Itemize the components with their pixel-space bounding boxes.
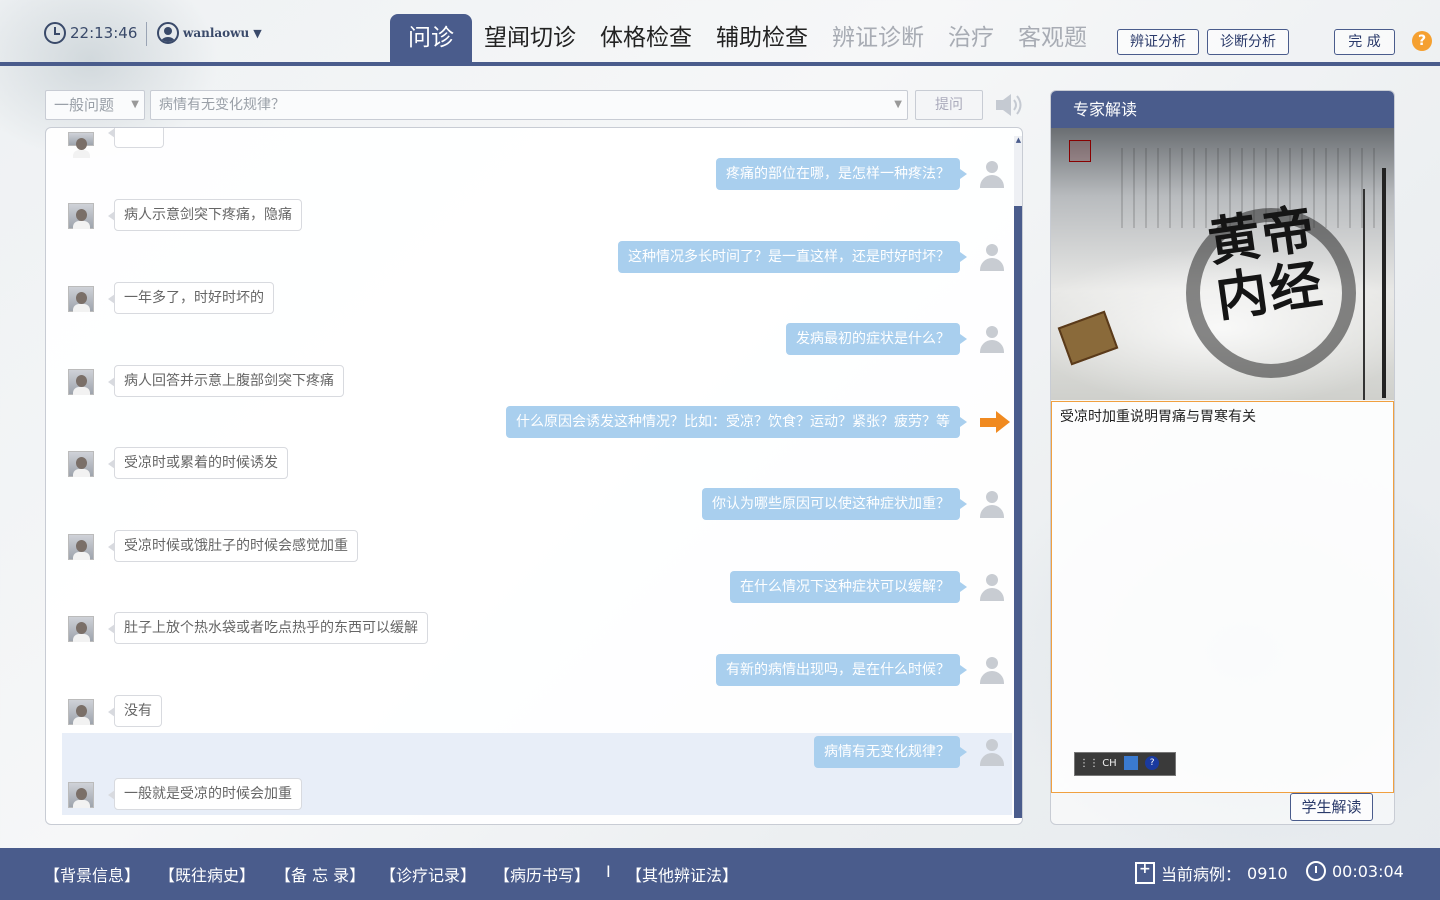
tab-objective-questions: 客观题 <box>1018 25 1087 51</box>
user-icon <box>157 22 179 44</box>
message-patient: 受凉时或累着的时候诱发 <box>108 447 288 479</box>
current-question-arrow-icon <box>980 411 1012 433</box>
footer-link-other-methods[interactable]: 【其他辨证法】 <box>626 862 738 886</box>
current-case-number: 0910 <box>1247 863 1288 883</box>
message-patient: 一年多了，时好时坏的 <box>108 282 274 314</box>
message-patient: 一般就是受凉的时候会加重 <box>108 778 302 810</box>
ime-grip-icon: ⋮⋮ <box>1079 758 1099 769</box>
footer-link-background[interactable]: 【背景信息】 <box>44 862 140 886</box>
message-doctor: 有新的病情出现吗，是在什么时候？ <box>716 654 967 686</box>
message-patient: 肚子上放个热水袋或者吃点热乎的东西可以缓解 <box>108 612 428 644</box>
patient-avatar <box>68 451 94 477</box>
expert-note: 受凉时加重说明胃痛与胃寒有关 ⋮⋮ CH ? <box>1051 401 1394 793</box>
message-doctor: 在什么情况下这种症状可以缓解？ <box>730 571 967 603</box>
clock-icon <box>44 22 66 44</box>
expert-panel: 专家解读 黄帝内经 受凉时加重说明胃痛与胃寒有关 ⋮⋮ CH ? <box>1050 90 1395 825</box>
finish-button[interactable]: 完 成 <box>1334 29 1395 55</box>
doctor-avatar <box>978 656 1006 684</box>
chat-panel: 疼痛的部位在哪，是怎样一种疼法？ 病人示意剑突下疼痛，隐痛这种情况多长时间了？是一… <box>45 127 1023 825</box>
tab-treatment: 治疗 <box>948 25 994 51</box>
chevron-down-icon: ▼ <box>131 99 139 110</box>
header-divider <box>146 22 147 46</box>
clock-time: 22:13:46 <box>70 24 138 42</box>
message-doctor: 病情有无变化规律？ <box>814 736 967 768</box>
message-doctor: 发病最初的症状是什么？ <box>786 323 967 355</box>
case-document-icon <box>1135 861 1155 884</box>
footer-link-memo[interactable]: 【备 忘 录】 <box>275 862 365 886</box>
top-bar: 22:13:46 wanlaowu ▼ 问诊 望闻切诊 体格检查 辅助检查 辨证… <box>0 0 1440 66</box>
doctor-avatar <box>978 738 1006 766</box>
clock: 22:13:46 <box>44 22 137 44</box>
current-case: 当前病例： 0910 <box>1135 861 1288 885</box>
caret-down-icon: ▼ <box>253 26 262 40</box>
tab-observation[interactable]: 望闻切诊 <box>472 14 588 62</box>
scroll-up-icon[interactable]: ▲ <box>1014 136 1022 144</box>
patient-avatar <box>68 132 94 158</box>
message-doctor: 这种情况多长时间了？是一直这样，还是时好时坏？ <box>618 241 967 273</box>
scroll-down-icon[interactable]: ▼ <box>1014 810 1022 818</box>
help-icon[interactable]: ? <box>1412 31 1432 51</box>
ime-toolbar[interactable]: ⋮⋮ CH ? <box>1074 752 1176 776</box>
patient-avatar <box>68 616 94 642</box>
tab-auxiliary-exam[interactable]: 辅助检查 <box>704 14 820 62</box>
ime-language[interactable]: CH <box>1102 758 1117 769</box>
student-interpretation-button[interactable]: 学生解读 <box>1290 793 1373 821</box>
doctor-avatar <box>978 243 1006 271</box>
stopwatch-icon <box>1306 861 1326 881</box>
footer-bar: 【背景信息】 【既往病史】 【备 忘 录】 【诊疗记录】 【病历书写】 I 【其… <box>0 848 1440 900</box>
expert-note-text: 受凉时加重说明胃痛与胃寒有关 <box>1060 409 1256 425</box>
patient-avatar <box>68 286 94 312</box>
seal-stamp <box>1069 140 1091 162</box>
question-category-value: 一般问题 <box>54 96 115 114</box>
message-doctor: 你认为哪些原因可以使这种症状加重？ <box>702 488 967 520</box>
speaker-icon[interactable] <box>994 92 1024 118</box>
elapsed-timer: 00:03:04 <box>1306 861 1404 881</box>
patient-avatar <box>68 699 94 725</box>
tab-syndrome-diagnosis: 辨证诊断 <box>832 25 924 51</box>
footer-link-records[interactable]: 【诊疗记录】 <box>380 862 476 886</box>
message-patient: 病人回答并示意上腹部剑突下疼痛 <box>108 365 344 397</box>
ime-keyboard-icon[interactable] <box>1123 756 1138 770</box>
ime-help-icon[interactable]: ? <box>1145 756 1160 770</box>
message-patient: 受凉时候或饿肚子的时候会感觉加重 <box>108 530 358 562</box>
doctor-avatar <box>978 490 1006 518</box>
doctor-avatar <box>978 160 1006 188</box>
message-patient: 病人示意剑突下疼痛，隐痛 <box>108 199 302 231</box>
elapsed-time: 00:03:04 <box>1332 861 1404 881</box>
user-menu[interactable]: wanlaowu ▼ <box>157 22 262 44</box>
tab-inquiry[interactable]: 问诊 <box>390 14 472 66</box>
scrollbar-thumb[interactable] <box>1014 206 1022 818</box>
tab-physical-exam[interactable]: 体格检查 <box>588 14 704 62</box>
syndrome-analysis-button[interactable]: 辨证分析 <box>1117 29 1199 55</box>
doctor-avatar <box>978 573 1006 601</box>
current-case-label: 当前病例： <box>1161 865 1242 884</box>
doctor-avatar <box>978 325 1006 353</box>
diagnosis-analysis-button[interactable]: 诊断分析 <box>1207 29 1289 55</box>
footer-separator: I <box>606 862 611 881</box>
message-doctor: 疼痛的部位在哪，是怎样一种疼法？ <box>716 158 967 190</box>
chevron-down-icon: ▼ <box>894 99 902 110</box>
question-category-select[interactable]: 一般问题 ▼ <box>45 90 145 120</box>
patient-avatar <box>68 534 94 560</box>
footer-link-case-writing[interactable]: 【病历书写】 <box>494 862 590 886</box>
huangdi-neijing-image: 黄帝内经 <box>1051 128 1394 400</box>
book-title-calligraphy: 黄帝内经 <box>1204 198 1328 329</box>
message-patient: 没有 <box>108 695 162 727</box>
top-divider-line <box>0 62 1440 66</box>
bamboo-decoration <box>1382 168 1386 398</box>
patient-avatar <box>68 782 94 808</box>
message-patient-partial <box>108 128 164 148</box>
chat-scrollbar[interactable]: ▲ ▼ <box>1014 136 1022 818</box>
username: wanlaowu <box>183 26 250 40</box>
footer-link-history[interactable]: 【既往病史】 <box>159 862 255 886</box>
main-tabs: 问诊 望闻切诊 体格检查 辅助检查 辨证诊断 治疗 客观题 <box>390 14 1099 66</box>
patient-avatar <box>68 369 94 395</box>
question-select[interactable]: 病情有无变化规律？ ▼ <box>150 90 908 120</box>
expert-panel-title: 专家解读 <box>1051 91 1394 128</box>
message-doctor: 什么原因会诱发这种情况？比如：受凉？饮食？运动？紧张？疲劳？等 <box>506 406 967 438</box>
question-value: 病情有无变化规律？ <box>159 97 285 113</box>
patient-avatar <box>68 203 94 229</box>
ask-button[interactable]: 提问 <box>915 90 983 120</box>
